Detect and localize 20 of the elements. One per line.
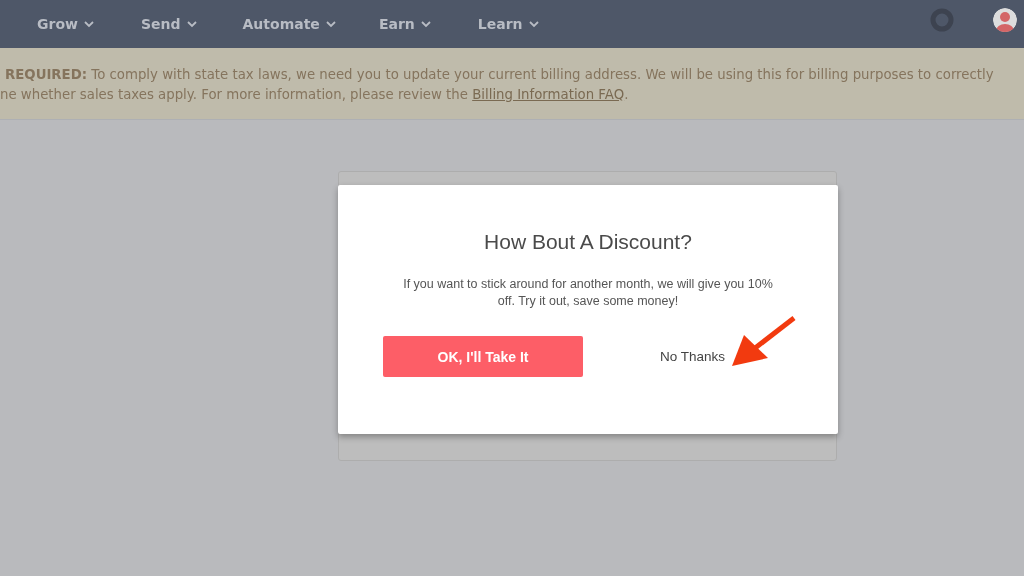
billing-notice: ne whether sales taxes apply. For more information, please review the Billing Information FAQ. bbox=[0, 86, 630, 104]
chevron-down-icon bbox=[186, 20, 197, 28]
dialog-title: How Bout A Discount? bbox=[484, 230, 692, 254]
nav-menu-item[interactable]: Send bbox=[140, 16, 197, 32]
accept-button[interactable]: OK, I'll Take It bbox=[383, 336, 583, 377]
nav-menu-item[interactable]: Grow bbox=[37, 16, 94, 32]
chevron-down-icon bbox=[325, 20, 336, 28]
billing-notice: REQUIRED: To comply with state tax laws, we need you to update your current billing address. We will be using this for billing purposes to correctly bbox=[5, 66, 995, 84]
nav-menu-item[interactable]: Learn bbox=[477, 16, 539, 32]
chevron-down-icon bbox=[420, 20, 431, 28]
decline-link[interactable]: No Thanks bbox=[660, 349, 726, 364]
dialog-message: If you want to stick around for another month, we will give you 10% off. Try it out, save some money! bbox=[402, 276, 774, 310]
chevron-down-icon bbox=[528, 20, 539, 28]
nav-menu-item[interactable]: Automate bbox=[242, 16, 336, 32]
arrow-annotation-icon bbox=[730, 316, 796, 369]
nav-menu-item[interactable]: Earn bbox=[378, 16, 431, 32]
avatar-icon[interactable] bbox=[993, 8, 1017, 32]
faq-link[interactable]: Billing Information FAQ bbox=[472, 87, 625, 102]
chevron-down-icon bbox=[83, 20, 94, 28]
loading-spinner-icon bbox=[930, 8, 954, 32]
